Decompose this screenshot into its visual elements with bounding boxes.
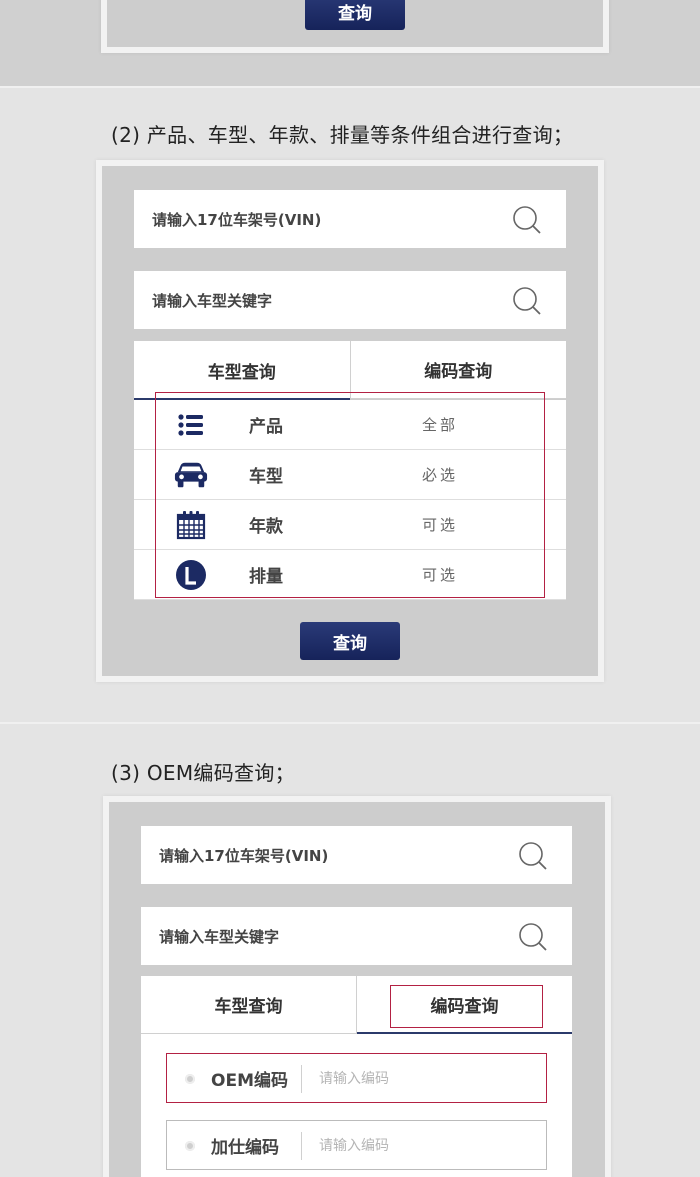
- tab-model-query[interactable]: 车型查询: [134, 341, 351, 400]
- tab-model-query[interactable]: 车型查询: [141, 976, 357, 1034]
- vin-placeholder: 请输入17位车架号(VIN): [152, 210, 322, 229]
- model-keyword-input[interactable]: 请输入车型关键字: [141, 907, 572, 965]
- jiashi-code-row[interactable]: 加仕编码 请输入编码: [166, 1120, 547, 1170]
- section-2-query-button[interactable]: 查询: [300, 622, 400, 660]
- highlight-frame: [155, 392, 545, 598]
- radio-button[interactable]: [185, 1074, 195, 1084]
- section-1-query-button[interactable]: 查询: [305, 0, 405, 30]
- vin-search-input[interactable]: 请输入17位车架号(VIN): [141, 826, 572, 884]
- divider: [301, 1132, 302, 1160]
- keyword-placeholder: 请输入车型关键字: [152, 291, 273, 310]
- code-input[interactable]: 请输入编码: [319, 1135, 389, 1155]
- code-label: 加仕编码: [211, 1137, 279, 1158]
- query-tabs: 车型查询 编码查询: [134, 341, 566, 400]
- model-keyword-input[interactable]: 请输入车型关键字: [134, 271, 566, 329]
- section-2-caption: (2) 产品、车型、年款、排量等条件组合进行查询；: [111, 123, 574, 147]
- search-icon[interactable]: [510, 284, 544, 318]
- section-3-caption: (3) OEM编码查询；: [111, 761, 295, 785]
- code-input[interactable]: 请输入编码: [319, 1068, 389, 1088]
- search-icon[interactable]: [510, 203, 544, 237]
- highlight-frame: [390, 985, 543, 1028]
- vin-placeholder: 请输入17位车架号(VIN): [159, 846, 329, 865]
- oem-code-row[interactable]: OEM编码 请输入编码: [166, 1053, 547, 1103]
- search-icon[interactable]: [516, 839, 550, 873]
- search-icon[interactable]: [516, 920, 550, 954]
- tab-code-query[interactable]: 编码查询: [350, 341, 566, 399]
- keyword-placeholder: 请输入车型关键字: [159, 927, 280, 946]
- divider: [301, 1065, 302, 1093]
- code-label: OEM编码: [211, 1070, 288, 1091]
- radio-button[interactable]: [185, 1141, 195, 1151]
- vin-search-input[interactable]: 请输入17位车架号(VIN): [134, 190, 566, 248]
